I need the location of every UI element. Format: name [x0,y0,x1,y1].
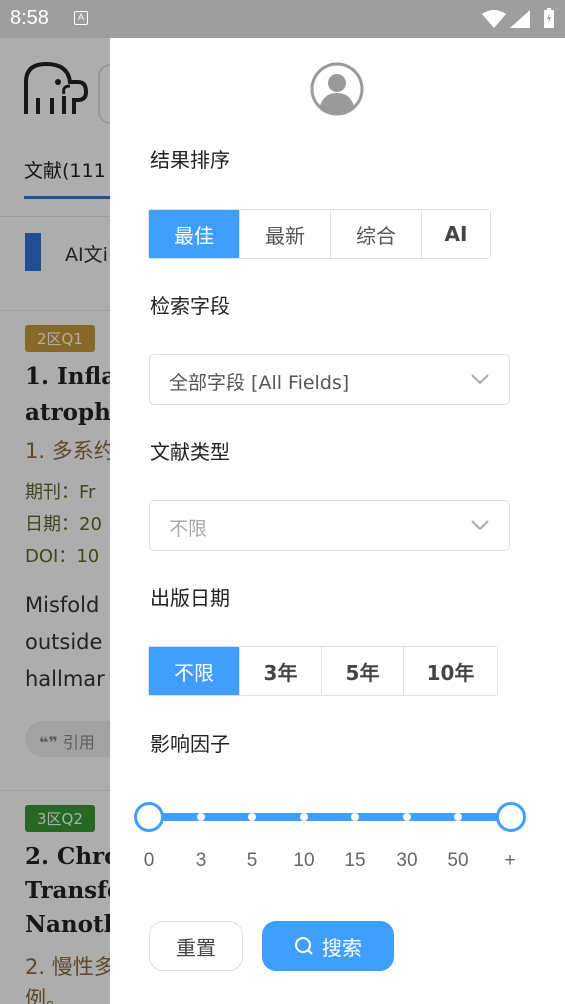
slider-step-dot [197,813,205,821]
wifi-icon [482,10,506,28]
impact-tick-label: 10 [293,850,315,871]
slider-step-dot [300,813,308,821]
sort-option-comprehensive[interactable]: 综合 [331,210,422,258]
slider-step-dot [351,813,359,821]
field-select-value: 全部字段 [All Fields] [169,372,350,394]
sort-section-title: 结果排序 [150,148,230,172]
pubdate-option-10y[interactable]: 10年 [404,647,497,695]
impact-tick-label: 5 [246,850,258,871]
impact-range-slider[interactable] [134,800,526,840]
user-avatar-icon[interactable] [310,62,364,116]
impact-tick-label: 3 [195,850,207,871]
pubdate-segmented-control: 不限 3年 5年 10年 [148,646,498,696]
impact-tick-label: 50 [447,850,469,871]
search-button[interactable]: 搜索 [262,921,394,971]
signal-icon [510,10,530,28]
slider-step-dot [454,813,462,821]
impact-tick-label: + [504,850,516,871]
pubdate-option-any[interactable]: 不限 [149,647,240,695]
impact-tick-label: 0 [143,850,155,871]
impact-section-title: 影响因子 [150,732,230,756]
reset-button[interactable]: 重置 [149,921,243,971]
reset-button-label: 重置 [176,935,216,960]
pubdate-section-title: 出版日期 [150,586,230,610]
doctype-select[interactable]: 不限 [149,500,510,551]
slider-max-handle[interactable] [496,802,526,832]
impact-tick-label: 30 [396,850,418,871]
doctype-select-placeholder: 不限 [169,518,208,540]
pubdate-option-3y[interactable]: 3年 [240,647,322,695]
search-icon [295,937,313,955]
pubdate-option-5y[interactable]: 5年 [322,647,404,695]
sort-option-best[interactable]: 最佳 [149,210,240,258]
sort-option-ai[interactable]: AI [422,210,490,258]
status-time: 8:58 [10,7,49,29]
sort-option-latest[interactable]: 最新 [240,210,331,258]
field-select[interactable]: 全部字段 [All Fields] [149,354,510,405]
field-section-title: 检索字段 [150,294,230,318]
filter-drawer: 结果排序 最佳 最新 综合 AI 检索字段 全部字段 [All Fields] … [110,38,565,1004]
impact-tick-label: 15 [344,850,366,871]
notification-a-icon: A [74,11,88,25]
search-button-label: 搜索 [322,935,362,960]
chevron-down-icon [471,520,489,531]
status-bar: 8:58 A [0,0,565,38]
doctype-section-title: 文献类型 [150,440,230,464]
slider-step-dot [403,813,411,821]
slider-step-dot [248,813,256,821]
slider-min-handle[interactable] [134,802,164,832]
sort-segmented-control: 最佳 最新 综合 AI [148,209,491,259]
chevron-down-icon [471,374,489,385]
battery-icon [544,8,554,28]
